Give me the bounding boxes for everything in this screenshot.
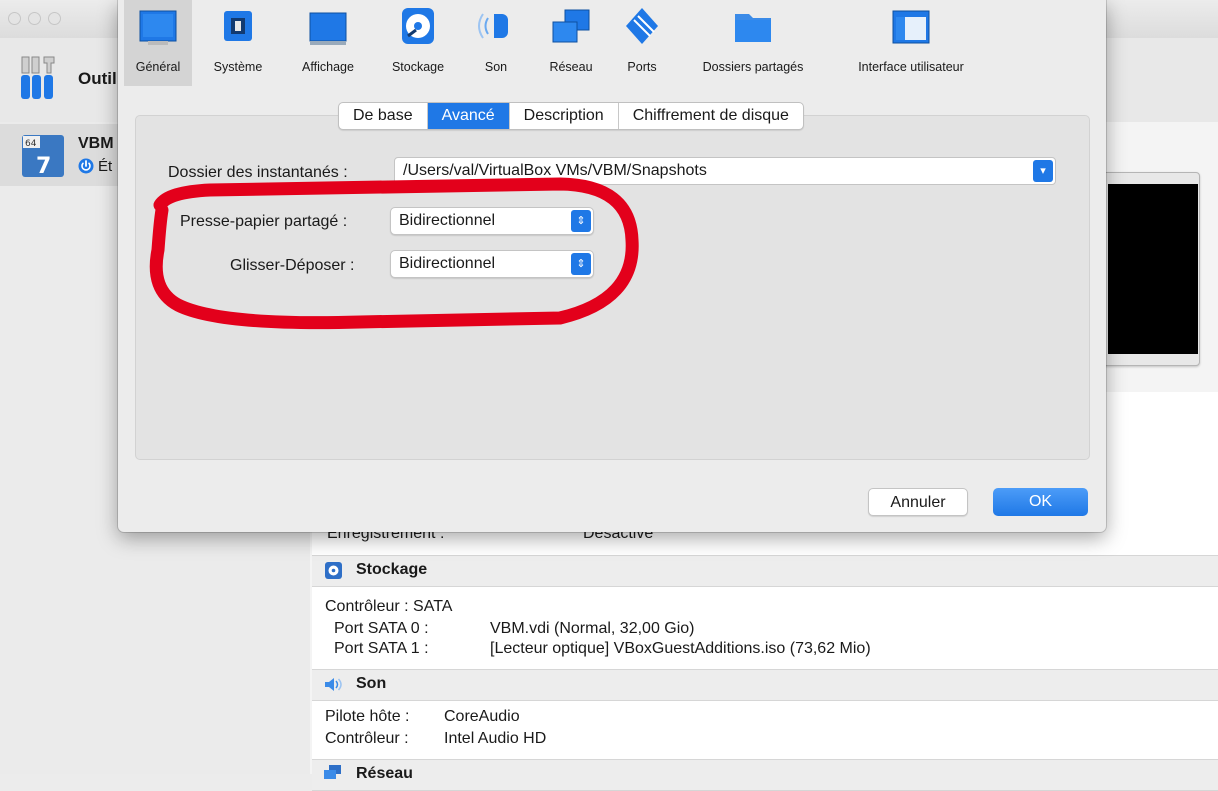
red-annotation-circle (149, 177, 639, 330)
